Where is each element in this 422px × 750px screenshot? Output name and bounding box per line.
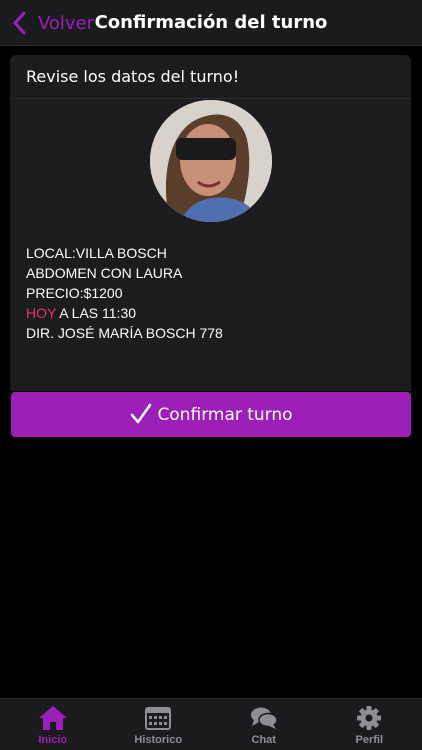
service-text: ABDOMEN CON LAURA: [26, 265, 183, 281]
appointment-details: LOCAL:VILLA BOSCH ABDOMEN CON LAURA PREC…: [26, 243, 223, 343]
price-text: PRECIO:$1200: [26, 285, 123, 301]
home-icon: [38, 704, 68, 732]
nav-bar: Volver Confirmación del turno: [0, 0, 422, 46]
chat-icon: [249, 704, 279, 732]
local-text: LOCAL:VILLA BOSCH: [26, 245, 167, 261]
confirm-button[interactable]: Confirmar turno: [11, 392, 411, 437]
tab-chat[interactable]: Chat: [211, 699, 317, 750]
time-text: A LAS 11:30: [56, 305, 137, 321]
tab-perfil[interactable]: Perfil: [317, 699, 422, 750]
confirm-label: Confirmar turno: [157, 404, 293, 425]
calendar-icon: [143, 704, 173, 732]
tab-label: Perfil: [355, 734, 383, 746]
card-header: Revise los datos del turno!: [10, 55, 411, 99]
tab-label: Chat: [251, 734, 276, 746]
tab-label: Inicio: [38, 734, 68, 746]
tab-bar: Inicio Historico Chat Perfil: [0, 698, 422, 750]
tab-inicio[interactable]: Inicio: [0, 699, 106, 750]
address-text: DIR. JOSÉ MARÍA BOSCH 778: [26, 325, 223, 341]
avatar: [150, 100, 272, 222]
datetime-text: HOY A LAS 11:30: [26, 303, 223, 323]
tab-label: Historico: [134, 734, 183, 746]
gear-icon: [354, 704, 384, 732]
tab-historico[interactable]: Historico: [106, 699, 212, 750]
appointment-card: Revise los datos del turno! LOCAL:VILLA …: [10, 55, 411, 391]
page-title: Confirmación del turno: [94, 12, 328, 33]
day-text: HOY: [26, 305, 57, 321]
checkmark-icon: [129, 402, 153, 426]
